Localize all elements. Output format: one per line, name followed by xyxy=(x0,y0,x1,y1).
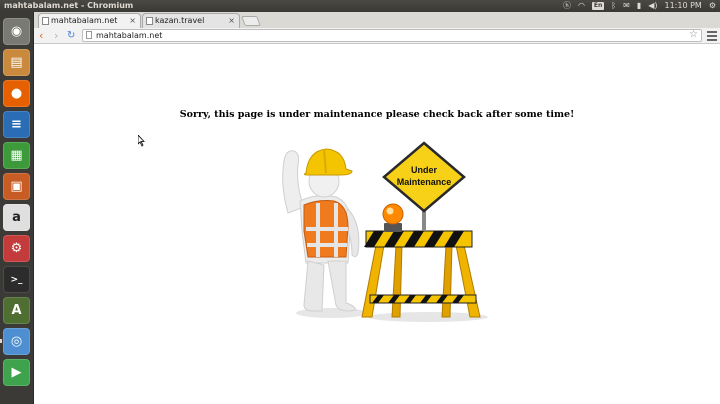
launcher-item-chromium[interactable]: ◎ xyxy=(3,328,30,355)
window-title: mahtabalam.net - Chromium xyxy=(4,1,134,10)
launcher-item-system-settings[interactable]: ⚙ xyxy=(3,235,30,262)
chromium-icon: ◎ xyxy=(10,334,23,349)
launcher-item-app-a[interactable]: A xyxy=(3,297,30,324)
keyboard-language-indicator[interactable]: En xyxy=(591,2,605,10)
page-content: Sorry, this page is under maintenance pl… xyxy=(34,45,720,404)
sign-text-line2: Maintenance xyxy=(397,177,452,187)
system-settings-icon: ⚙ xyxy=(10,241,23,256)
launcher-item-amazon[interactable]: a xyxy=(3,204,30,231)
terminal-icon: >_ xyxy=(10,274,23,285)
battery-icon[interactable]: ▮ xyxy=(637,0,641,12)
url-text: mahtabalam.net xyxy=(96,31,163,40)
page-icon xyxy=(146,17,153,25)
launcher-item-firefox[interactable]: ● xyxy=(3,80,30,107)
address-bar[interactable]: mahtabalam.net ☆ xyxy=(82,29,702,42)
amazon-icon: a xyxy=(12,210,21,225)
maintenance-message: Sorry, this page is under maintenance pl… xyxy=(179,109,575,120)
chromium-window: mahtabalam.net × kazan.travel × ‹ › ↻ ma… xyxy=(34,12,720,404)
youtube-app-icon: ▶ xyxy=(11,365,22,380)
launcher-item-files[interactable]: ▤ xyxy=(3,49,30,76)
tab-title: kazan.travel xyxy=(155,16,205,25)
files-icon: ▤ xyxy=(10,55,23,70)
unity-launcher: ◉ ▤ ● ≡ ▦ ▣ a ⚙ >_ A ◎ ▶ xyxy=(0,12,34,404)
libreoffice-calc-icon: ▦ xyxy=(10,148,23,163)
tab-mahtabalam[interactable]: mahtabalam.net × xyxy=(38,13,141,28)
libreoffice-impress-icon: ▣ xyxy=(10,179,23,194)
launcher-item-dash-home[interactable]: ◉ xyxy=(3,18,30,45)
tab-title: mahtabalam.net xyxy=(51,16,118,25)
running-indicator xyxy=(0,339,2,343)
bluetooth-icon[interactable]: ᛒ xyxy=(611,0,616,12)
dash-home-icon: ◉ xyxy=(10,24,23,39)
mail-icon[interactable]: ✉ xyxy=(623,0,630,12)
launcher-item-libreoffice-calc[interactable]: ▦ xyxy=(3,142,30,169)
chrome-menu-icon[interactable] xyxy=(707,31,717,43)
tab-strip: mahtabalam.net × kazan.travel × xyxy=(34,12,720,28)
page-icon xyxy=(42,17,49,25)
clock[interactable]: 11:10 PM xyxy=(665,0,702,12)
mouse-pointer-icon xyxy=(138,135,145,147)
close-icon[interactable]: × xyxy=(228,14,235,27)
top-panel: mahtabalam.net - Chromium ⓗ ◠ En ᛒ ✉ ▮ ◀… xyxy=(0,0,720,12)
launcher-item-youtube-app[interactable]: ▶ xyxy=(3,359,30,386)
volume-icon[interactable]: ◀) xyxy=(648,0,657,12)
launcher-item-libreoffice-writer[interactable]: ≡ xyxy=(3,111,30,138)
hp-icon[interactable]: ⓗ xyxy=(563,0,571,12)
bookmark-star-icon[interactable]: ☆ xyxy=(689,29,698,40)
app-a-icon: A xyxy=(11,303,22,318)
system-tray: ⓗ ◠ En ᛒ ✉ ▮ ◀) 11:10 PM ⚙ xyxy=(563,0,716,12)
back-arrow-icon[interactable]: ‹ xyxy=(39,29,43,42)
firefox-icon: ● xyxy=(10,86,23,101)
launcher-item-libreoffice-impress[interactable]: ▣ xyxy=(3,173,30,200)
wifi-icon[interactable]: ◠ xyxy=(578,0,585,12)
reload-icon[interactable]: ↻ xyxy=(67,29,75,42)
new-tab-button[interactable] xyxy=(241,16,261,26)
libreoffice-writer-icon: ≡ xyxy=(11,117,22,132)
session-gear-icon[interactable]: ⚙ xyxy=(709,0,716,12)
page-icon xyxy=(86,31,92,39)
tab-kazan[interactable]: kazan.travel × xyxy=(142,13,240,28)
worker-figure xyxy=(282,148,368,318)
browser-toolbar: ‹ › ↻ mahtabalam.net ☆ xyxy=(34,28,720,44)
sign-text-line1: Under xyxy=(411,165,438,175)
close-icon[interactable]: × xyxy=(129,14,136,27)
forward-arrow-icon[interactable]: › xyxy=(54,29,58,42)
launcher-item-terminal[interactable]: >_ xyxy=(3,266,30,293)
under-maintenance-illustration: Under Maintenance xyxy=(282,141,488,322)
